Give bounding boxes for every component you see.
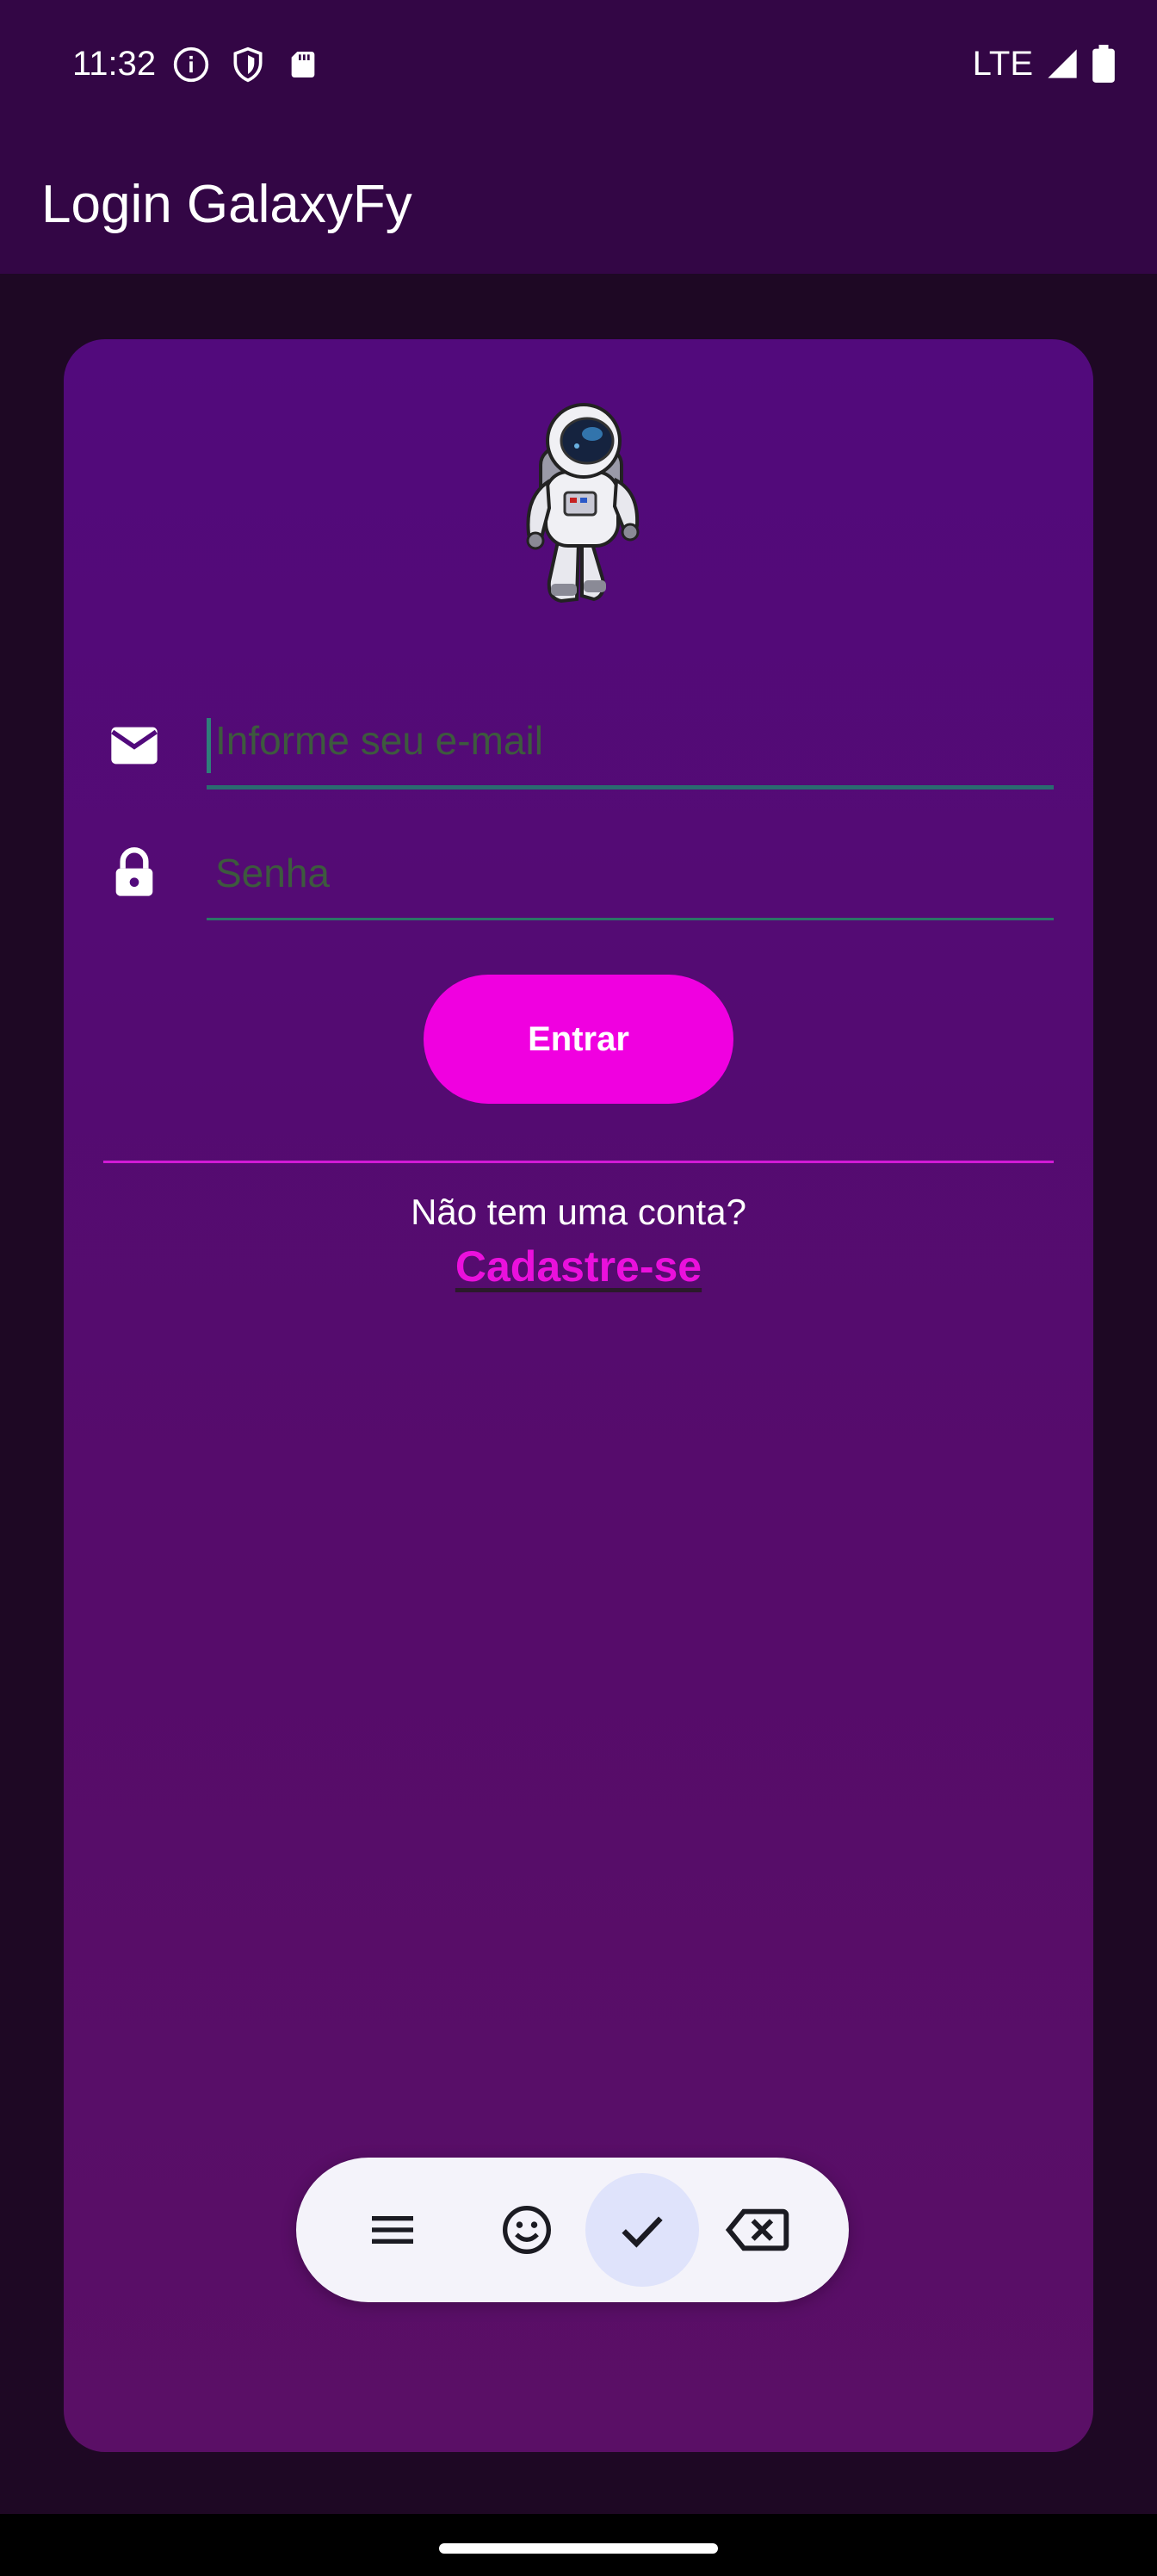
- battery-icon: [1092, 45, 1115, 83]
- email-field-container: [207, 697, 1054, 792]
- done-button[interactable]: [585, 2173, 699, 2287]
- info-icon: [173, 46, 209, 83]
- navigation-bar: [0, 2514, 1157, 2576]
- status-system-icons: LTE: [973, 41, 1116, 86]
- password-field[interactable]: [207, 830, 1054, 916]
- signal-icon: [1048, 49, 1077, 78]
- shield-icon: [233, 46, 263, 83]
- app-bar: Login GalaxyFy: [0, 129, 1157, 274]
- home-gesture-handle[interactable]: [439, 2543, 718, 2554]
- status-notification-icons: [172, 45, 320, 84]
- signup-link-container: Cadastre-se: [64, 1238, 1093, 1295]
- keyboard-toolbar: [296, 2158, 849, 2302]
- network-type: LTE: [972, 45, 1033, 83]
- login-button[interactable]: Entrar: [424, 975, 733, 1104]
- email-field[interactable]: [207, 697, 1054, 783]
- astronaut-logo: [526, 403, 640, 604]
- signup-link[interactable]: Cadastre-se: [455, 1242, 702, 1291]
- status-bar: 11:32 LTE: [0, 0, 1157, 129]
- page-title: Login GalaxyFy: [41, 175, 412, 234]
- lock-icon: [115, 847, 153, 896]
- status-time: 11:32: [72, 45, 157, 83]
- backspace-icon: [725, 2208, 789, 2251]
- mail-icon: [111, 727, 158, 765]
- sd-card-icon: [291, 52, 315, 77]
- password-field-container: [207, 830, 1054, 925]
- menu-icon: [372, 2216, 413, 2244]
- password-field-underline: [207, 918, 1054, 920]
- no-account-text: Não tem uma conta?: [411, 1192, 746, 1232]
- login-card: Entrar Não tem uma conta? Cadastre-se: [64, 339, 1093, 2452]
- emoji-icon: [503, 2206, 551, 2254]
- menu-button[interactable]: [336, 2173, 449, 2287]
- check-icon: [622, 2216, 663, 2248]
- backspace-button[interactable]: [701, 2173, 814, 2287]
- divider: [103, 1161, 1054, 1163]
- emoji-button[interactable]: [470, 2173, 584, 2287]
- email-field-underline: [207, 785, 1054, 790]
